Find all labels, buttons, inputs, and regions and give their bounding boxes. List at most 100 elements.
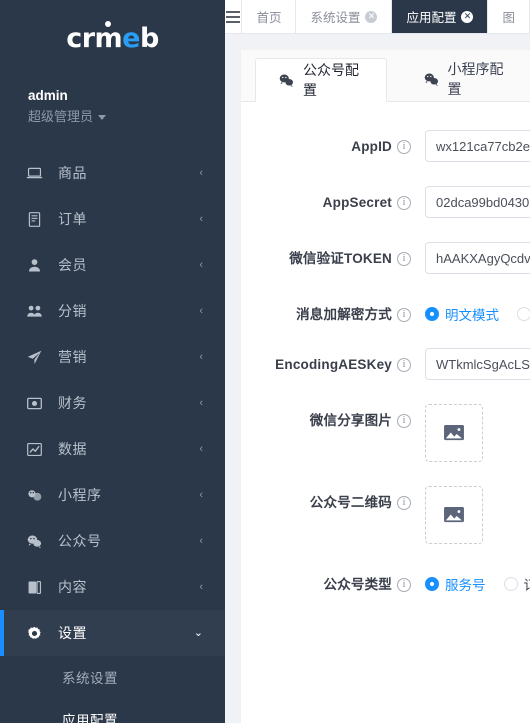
mini-program-icon (26, 487, 46, 504)
radio-option-1[interactable]: 服务号 (425, 574, 486, 594)
chevron-left-icon: ‹ (199, 166, 203, 179)
form-row-1: AppID i (241, 130, 530, 162)
input-5[interactable] (425, 348, 530, 380)
info-icon[interactable]: i (397, 140, 411, 154)
info-icon[interactable]: i (397, 414, 411, 428)
paper-plane-icon (26, 349, 46, 366)
book-icon (26, 579, 46, 596)
form-label-text: 公众号类型 (323, 577, 392, 592)
sidebar-item-label: 公众号 (58, 533, 102, 549)
chevron-left-icon: ‹ (199, 350, 203, 363)
form-row-2: AppSecret i (241, 186, 530, 218)
info-icon[interactable]: i (397, 358, 411, 372)
sidebar-item-5[interactable]: 营销 ‹ (0, 334, 225, 380)
sidebar-item-4[interactable]: 分销 ‹ (0, 288, 225, 334)
sidebar-subitem-2[interactable]: 应用配置 (0, 698, 225, 723)
money-icon (26, 395, 46, 412)
radio-option-1[interactable]: 明文模式 (425, 304, 499, 324)
user-role-label: 超级管理员 (28, 109, 94, 124)
sidebar: crmeb admin 超级管理员 商品 ‹ 订单 ‹ 会员 ‹ 分销 ‹ 营销 ‹ 财务 ‹ 数据 ‹ 小… (0, 0, 225, 723)
form-row-4: 消息加解密方式 i 明文模式 兼容 (241, 298, 530, 324)
top-tab-label: 首页 (256, 11, 282, 25)
sidebar-item-8[interactable]: 小程序 ‹ (0, 472, 225, 518)
radio-label: 服务号 (445, 578, 486, 593)
form-row-3: 微信验证TOKEN i (241, 242, 530, 274)
top-tab-3[interactable]: 应用配置 ✕ (392, 0, 489, 33)
app-root: crmeb admin 超级管理员 商品 ‹ 订单 ‹ 会员 ‹ 分销 ‹ 营销 ‹ 财务 ‹ 数据 ‹ 小… (0, 0, 530, 723)
info-icon[interactable]: i (397, 578, 411, 592)
form-label: AppID i (241, 130, 411, 156)
logo-dot-icon (105, 20, 112, 27)
sidebar-item-10[interactable]: 内容 ‹ (0, 564, 225, 610)
form-label-text: 微信分享图片 (309, 413, 392, 428)
form-label: AppSecret i (241, 186, 411, 212)
close-icon[interactable]: ✕ (461, 10, 474, 23)
logo-part-2: m (94, 22, 123, 54)
top-tab-1[interactable]: 首页 (242, 0, 297, 33)
form-label-text: AppID (351, 139, 392, 154)
radio-dot-icon (517, 307, 530, 321)
input-2[interactable] (425, 186, 530, 218)
form-label: 消息加解密方式 i (241, 298, 411, 324)
image-placeholder-icon (443, 424, 465, 442)
user-role-dropdown[interactable]: 超级管理员 (28, 106, 225, 128)
sidebar-item-3[interactable]: 会员 ‹ (0, 242, 225, 288)
wechat-icon (26, 533, 46, 550)
input-3[interactable] (425, 242, 530, 274)
settings-card: 公众号配置小程序配置 AppIDiAppSecreti微信验证TOKENi消息加… (241, 50, 530, 723)
sidebar-item-9[interactable]: 公众号 ‹ (0, 518, 225, 564)
gear-icon (26, 625, 46, 642)
info-icon[interactable]: i (397, 252, 411, 266)
image-upload-box[interactable] (425, 404, 483, 462)
sidebar-subitem-1[interactable]: 系统设置 (0, 656, 225, 698)
info-icon[interactable]: i (397, 308, 411, 322)
users-group-icon (26, 303, 46, 320)
hamburger-bar (226, 10, 241, 13)
top-tab-4[interactable]: 图 (488, 0, 530, 33)
image-upload-box[interactable] (425, 486, 483, 544)
form-field (411, 186, 530, 218)
sidebar-item-1[interactable]: 商品 ‹ (0, 150, 225, 196)
form-label: 公众号二维码 i (241, 486, 411, 512)
hamburger-bar (226, 20, 241, 23)
chevron-left-icon: ‹ (199, 580, 203, 593)
sidebar-item-label: 数据 (58, 441, 87, 457)
form-label: 微信分享图片 i (241, 404, 411, 430)
wechat-icon (423, 71, 440, 87)
card-tab-1[interactable]: 公众号配置 (255, 58, 387, 102)
top-tab-2[interactable]: 系统设置 ✕ (296, 0, 393, 33)
form-label-text: 消息加解密方式 (296, 307, 392, 322)
chevron-down-icon: ⌄ (193, 626, 203, 639)
input-1[interactable] (425, 130, 530, 162)
radio-option-2[interactable]: 兼容 (517, 304, 530, 324)
logo-part-3: e (122, 22, 140, 54)
card-tab-2[interactable]: 小程序配置 (401, 57, 530, 101)
form-row-7: 公众号二维码 i (241, 486, 530, 544)
top-tab-label: 系统设置 (310, 11, 361, 25)
info-icon[interactable]: i (397, 496, 411, 510)
sidebar-subitem-label: 系统设置 (62, 671, 118, 686)
info-icon[interactable]: i (397, 196, 411, 210)
content-scroll: 公众号配置小程序配置 AppIDiAppSecreti微信验证TOKENi消息加… (225, 34, 530, 723)
chart-line-icon (26, 441, 46, 458)
user-block: admin 超级管理员 (0, 64, 225, 128)
sidebar-item-2[interactable]: 订单 ‹ (0, 196, 225, 242)
radio-group: 服务号 订阅号 (425, 568, 530, 594)
chevron-left-icon: ‹ (199, 258, 203, 271)
sidebar-item-7[interactable]: 数据 ‹ (0, 426, 225, 472)
sidebar-item-6[interactable]: 财务 ‹ (0, 380, 225, 426)
sidebar-item-label: 营销 (58, 349, 87, 365)
close-icon[interactable]: ✕ (365, 10, 378, 23)
logo-text: crmeb (66, 20, 159, 54)
form-label-text: AppSecret (322, 195, 392, 210)
radio-option-2[interactable]: 订阅号 (503, 574, 530, 594)
wechat-config-form: AppID i AppSecret i 微信验证TOKEN i 消息加解密方式 i 明文模式 兼容… (241, 102, 530, 638)
chevron-left-icon: ‹ (199, 442, 203, 455)
radio-label: 订阅号 (524, 574, 530, 594)
brand-logo[interactable]: crmeb (0, 0, 225, 64)
form-field (411, 486, 483, 544)
sidebar-item-11[interactable]: 设置 ⌄ (0, 610, 225, 656)
chevron-down-icon (98, 114, 107, 120)
chevron-left-icon: ‹ (199, 534, 203, 547)
hamburger-icon[interactable] (225, 0, 243, 33)
